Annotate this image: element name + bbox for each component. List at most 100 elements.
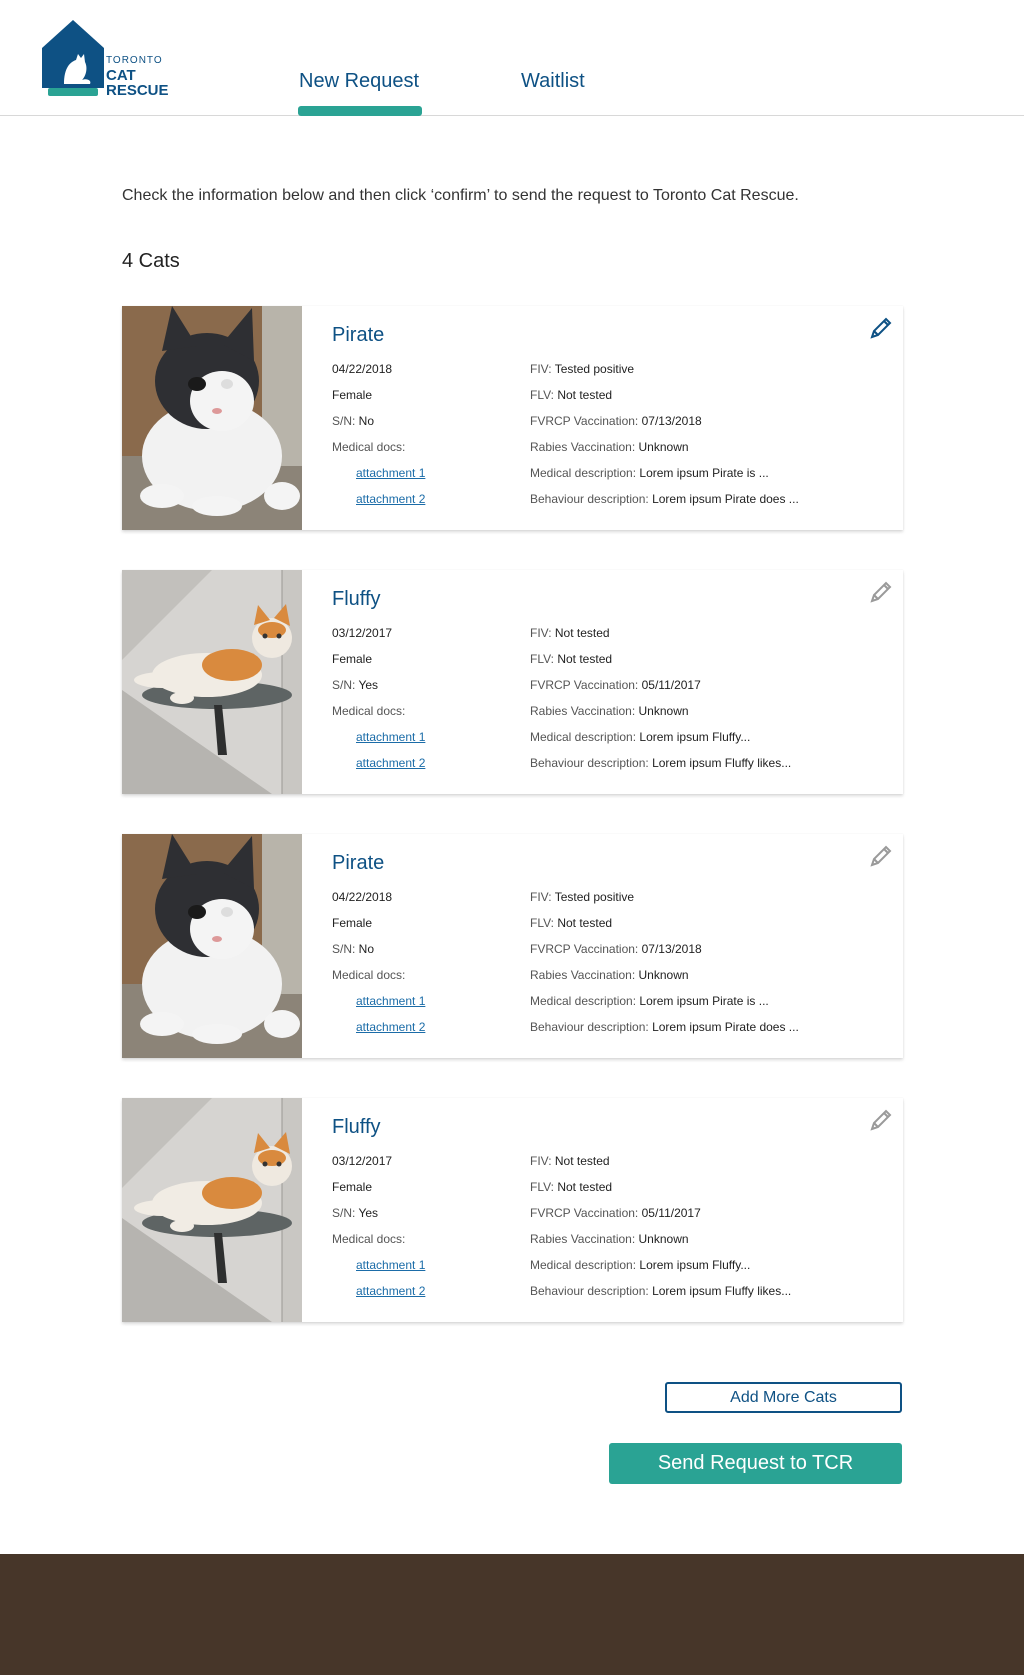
attachment-1-link[interactable]: attachment 1	[356, 1258, 425, 1272]
medical-docs-label: Medical docs:	[332, 968, 512, 994]
cat-card: Pirate 04/22/2018 Female S/N: No Medical…	[122, 834, 903, 1058]
fiv-label: FIV:	[530, 626, 555, 640]
behaviour-description-label: Behaviour description:	[530, 492, 653, 506]
cat-card: Fluffy 03/12/2017 Female S/N: Yes Medica…	[122, 1098, 903, 1322]
behaviour-description-label: Behaviour description:	[530, 756, 653, 770]
sn-label: S/N:	[332, 942, 359, 956]
medical-description-value: Lorem ipsum Pirate is ...	[639, 466, 769, 480]
sn-label: S/N:	[332, 678, 359, 692]
fvrcp-label: FVRCP Vaccination:	[530, 942, 642, 956]
flv-value: Not tested	[557, 388, 613, 402]
attachment-row: attachment 2	[332, 1284, 512, 1310]
cat-sex: Female	[332, 916, 373, 930]
header: TORONTO CAT RESCUE New Request Waitlist	[0, 0, 1024, 116]
cat-name: Fluffy	[332, 588, 381, 610]
rabies-value: Unknown	[638, 440, 689, 454]
medical-description-label: Medical description:	[530, 1258, 640, 1272]
cat-photo	[122, 834, 302, 1058]
flv-label: FLV:	[530, 652, 558, 666]
cat-sn: S/N: Yes	[332, 1206, 512, 1232]
rabies-label: Rabies Vaccination:	[530, 968, 639, 982]
behaviour-description-label: Behaviour description:	[530, 1284, 653, 1298]
logo-line-rescue: RESCUE	[106, 82, 169, 99]
fvrcp-row: FVRCP Vaccination: 05/11/2017	[530, 1206, 890, 1232]
medical-description-value: Lorem ipsum Fluffy...	[639, 730, 751, 744]
medical-docs-label-text: Medical docs:	[332, 968, 406, 982]
cat-dob: 04/22/2018	[332, 890, 393, 904]
flv-label: FLV:	[530, 388, 558, 402]
behaviour-description-row: Behaviour description: Lorem ipsum Fluff…	[530, 1284, 890, 1310]
toronto-cat-rescue-logo[interactable]: TORONTO CAT RESCUE	[40, 18, 180, 98]
cat-count-heading: 4 Cats	[122, 250, 180, 272]
cat-sex: Female	[332, 1180, 373, 1194]
cat-name: Pirate	[332, 852, 385, 874]
flv-label: FLV:	[530, 916, 558, 930]
fiv-value: Tested positive	[554, 890, 635, 904]
medical-description-row: Medical description: Lorem ipsum Fluffy.…	[530, 730, 890, 756]
cat-medical-info: FIV: Not tested FLV: Not tested FVRCP Va…	[530, 1154, 890, 1310]
fvrcp-label: FVRCP Vaccination:	[530, 678, 642, 692]
fvrcp-value: 05/11/2017	[641, 1206, 701, 1220]
cat-basic-info: 04/22/2018 Female S/N: No Medical docs: …	[332, 362, 512, 518]
sn-label: S/N:	[332, 414, 359, 428]
fiv-value: Tested positive	[554, 362, 635, 376]
rabies-row: Rabies Vaccination: Unknown	[530, 440, 890, 466]
rabies-label: Rabies Vaccination:	[530, 1232, 639, 1246]
attachment-row: attachment 1	[332, 730, 512, 756]
behaviour-description-value: Lorem ipsum Pirate does ...	[652, 492, 799, 506]
sn-value: No	[358, 414, 375, 428]
cat-basic-info: 03/12/2017 Female S/N: Yes Medical docs:…	[332, 626, 512, 782]
medical-description-label: Medical description:	[530, 466, 640, 480]
attachment-2-link[interactable]: attachment 2	[356, 1020, 425, 1034]
cat-sn: S/N: Yes	[332, 678, 512, 704]
attachment-row: attachment 2	[332, 1020, 512, 1046]
attachment-2-link[interactable]: attachment 2	[356, 756, 425, 770]
medical-docs-label-text: Medical docs:	[332, 704, 406, 718]
medical-docs-label: Medical docs:	[332, 1232, 512, 1258]
attachment-2-link[interactable]: attachment 2	[356, 492, 425, 506]
cat-photo	[122, 1098, 302, 1322]
house-cat-logo-icon	[42, 20, 104, 96]
medical-description-label: Medical description:	[530, 730, 640, 744]
flv-value: Not tested	[557, 652, 613, 666]
medical-description-row: Medical description: Lorem ipsum Fluffy.…	[530, 1258, 890, 1284]
logo-line-cat: CAT	[106, 67, 136, 84]
fiv-value: Not tested	[554, 1154, 610, 1168]
cat-dob: 04/22/2018	[332, 362, 393, 376]
edit-pencil-icon[interactable]	[867, 1106, 895, 1134]
edit-pencil-icon[interactable]	[867, 578, 895, 606]
attachment-2-link[interactable]: attachment 2	[356, 1284, 425, 1298]
rabies-value: Unknown	[638, 968, 689, 982]
medical-description-label: Medical description:	[530, 994, 640, 1008]
sn-value: No	[358, 942, 375, 956]
medical-docs-label: Medical docs:	[332, 440, 512, 466]
attachment-1-link[interactable]: attachment 1	[356, 466, 425, 480]
medical-description-value: Lorem ipsum Pirate is ...	[639, 994, 769, 1008]
flv-label: FLV:	[530, 1180, 558, 1194]
cat-sex: Female	[332, 388, 373, 402]
cat-dob: 03/12/2017	[332, 1154, 393, 1168]
cat-sn: S/N: No	[332, 414, 512, 440]
tab-new-request[interactable]: New Request	[299, 70, 419, 93]
attachment-1-link[interactable]: attachment 1	[356, 730, 425, 744]
fiv-label: FIV:	[530, 1154, 555, 1168]
cat-medical-info: FIV: Not tested FLV: Not tested FVRCP Va…	[530, 626, 890, 782]
tab-waitlist[interactable]: Waitlist	[521, 70, 585, 93]
active-tab-indicator	[298, 106, 422, 116]
behaviour-description-value: Lorem ipsum Fluffy likes...	[652, 756, 792, 770]
fiv-row: FIV: Not tested	[530, 626, 890, 652]
add-more-cats-button[interactable]: Add More Cats	[665, 1382, 902, 1413]
fvrcp-value: 07/13/2018	[641, 942, 702, 956]
fiv-row: FIV: Tested positive	[530, 362, 890, 388]
fiv-row: FIV: Tested positive	[530, 890, 890, 916]
behaviour-description-row: Behaviour description: Lorem ipsum Fluff…	[530, 756, 890, 782]
edit-pencil-icon[interactable]	[867, 314, 895, 342]
edit-pencil-icon[interactable]	[867, 842, 895, 870]
fiv-label: FIV:	[530, 890, 555, 904]
fvrcp-row: FVRCP Vaccination: 05/11/2017	[530, 678, 890, 704]
medical-docs-label: Medical docs:	[332, 704, 512, 730]
sn-label: S/N:	[332, 1206, 359, 1220]
attachment-1-link[interactable]: attachment 1	[356, 994, 425, 1008]
send-request-button[interactable]: Send Request to TCR	[609, 1443, 902, 1484]
fvrcp-row: FVRCP Vaccination: 07/13/2018	[530, 942, 890, 968]
